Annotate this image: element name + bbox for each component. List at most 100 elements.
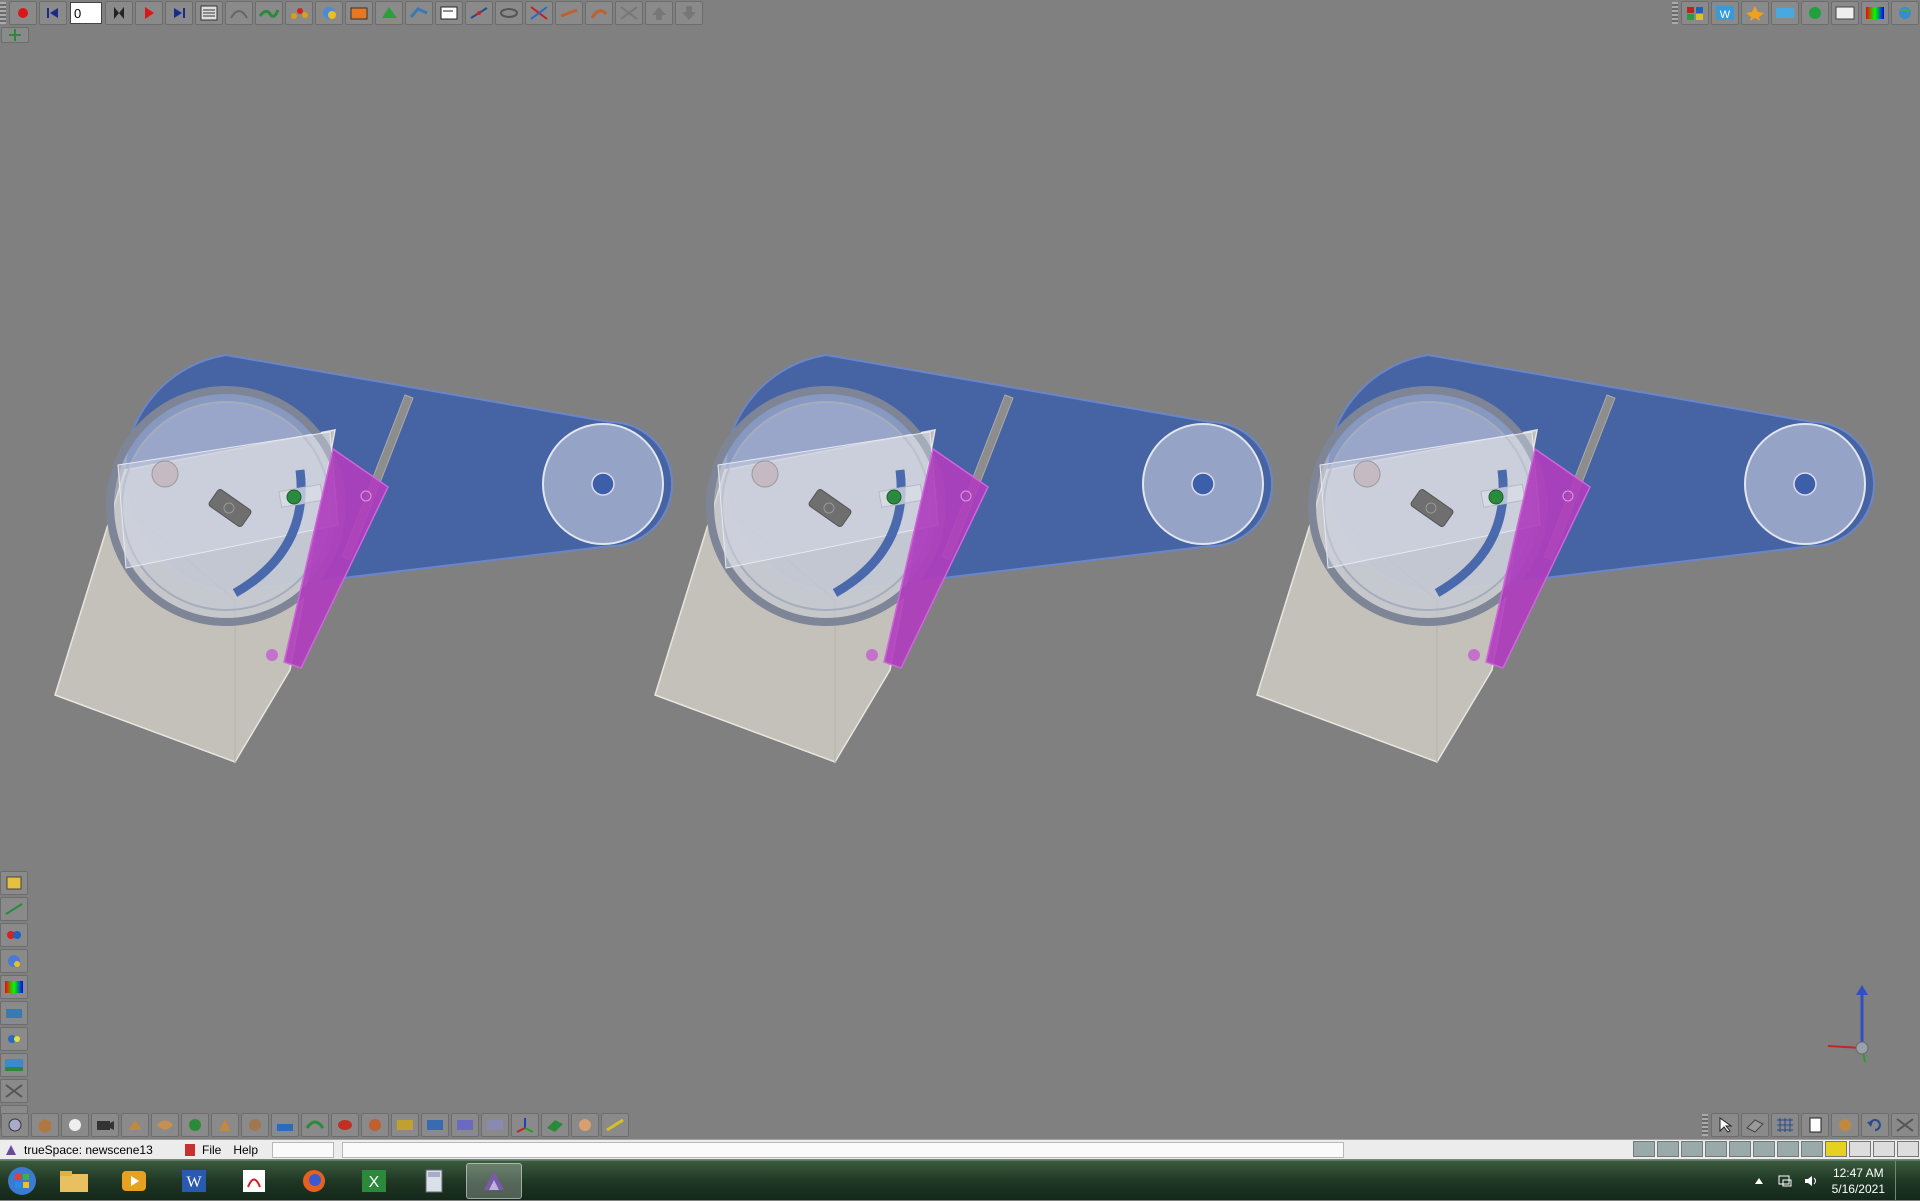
render-icon[interactable] [1831, 1113, 1859, 1137]
script-editor-icon[interactable] [195, 1, 223, 25]
lathe-icon[interactable] [331, 1113, 359, 1137]
calculator-button[interactable] [406, 1163, 462, 1199]
taper-icon[interactable] [585, 1, 613, 25]
paint-icon[interactable] [211, 1113, 239, 1137]
record-icon[interactable] [9, 1, 37, 25]
camera-icon[interactable] [0, 1001, 28, 1025]
3d-viewport[interactable] [0, 0, 1920, 1140]
mechanism-2[interactable] [655, 355, 1272, 762]
path-icon[interactable] [225, 1, 253, 25]
add-view-icon[interactable] [1, 27, 29, 43]
menu-file[interactable]: File [196, 1143, 227, 1157]
animate-icon[interactable] [345, 1, 373, 25]
cylinder-icon[interactable] [361, 1113, 389, 1137]
render-icon[interactable] [0, 871, 28, 895]
joint-icon[interactable] [465, 1, 493, 25]
deform-icon[interactable] [151, 1113, 179, 1137]
camera-icon[interactable] [91, 1113, 119, 1137]
grid-icon[interactable] [451, 1113, 479, 1137]
toolbar-grip[interactable] [1672, 2, 1678, 24]
frame-input[interactable] [70, 2, 102, 24]
texture-icon[interactable] [241, 1113, 269, 1137]
twist-icon[interactable] [615, 1, 643, 25]
media-player-button[interactable] [106, 1163, 162, 1199]
face-icon[interactable] [571, 1113, 599, 1137]
toolbar-grip[interactable] [0, 2, 6, 24]
close-icon[interactable] [1897, 1141, 1919, 1157]
network-icon[interactable] [1776, 1173, 1794, 1189]
spline-icon[interactable] [255, 1, 283, 25]
delete-icon[interactable] [1801, 1141, 1823, 1157]
palette-icon[interactable] [0, 923, 28, 947]
measure-icon[interactable] [0, 897, 28, 921]
bones-icon[interactable] [435, 1, 463, 25]
effects-icon[interactable] [1741, 1, 1769, 25]
mechanism-3[interactable] [1257, 355, 1874, 762]
nurbs-icon[interactable] [375, 1, 403, 25]
weld-icon[interactable] [391, 1113, 419, 1137]
sweep-icon[interactable] [301, 1113, 329, 1137]
sds-icon[interactable] [1831, 1, 1859, 25]
show-desktop-button[interactable] [1895, 1161, 1906, 1201]
radiation-icon[interactable] [1825, 1141, 1847, 1157]
light-icon[interactable] [121, 1113, 149, 1137]
material-icon[interactable] [181, 1113, 209, 1137]
view-icon[interactable] [1681, 1141, 1703, 1157]
ik-icon[interactable] [285, 1, 313, 25]
end-icon[interactable] [165, 1, 193, 25]
materials-icon[interactable] [1657, 1141, 1679, 1157]
file-explorer-button[interactable] [46, 1163, 102, 1199]
library-icon[interactable] [1633, 1141, 1655, 1157]
materials-icon[interactable]: W [1711, 1, 1739, 25]
scene-icon[interactable] [1753, 1141, 1775, 1157]
file-icon[interactable] [1801, 1113, 1829, 1137]
view-icon[interactable] [1741, 1113, 1769, 1137]
boolean-icon[interactable] [271, 1113, 299, 1137]
tools-icon[interactable] [0, 1079, 28, 1103]
close-view-icon[interactable] [1891, 1113, 1919, 1137]
color-icon[interactable] [1861, 1, 1889, 25]
select-icon[interactable] [1711, 1113, 1739, 1137]
down-icon[interactable] [675, 1, 703, 25]
lights-icon[interactable] [1771, 1, 1799, 25]
cube-icon[interactable] [31, 1113, 59, 1137]
show-hidden-icons-icon[interactable] [1750, 1173, 1768, 1189]
firefox-button[interactable] [286, 1163, 342, 1199]
up-icon[interactable] [645, 1, 673, 25]
rewind-icon[interactable] [39, 1, 67, 25]
globe-icon[interactable] [1891, 1, 1919, 25]
scene-icon[interactable] [0, 949, 28, 973]
measure-icon[interactable] [601, 1113, 629, 1137]
scale-icon[interactable] [525, 1, 553, 25]
menu-help[interactable]: Help [227, 1143, 264, 1157]
plugin-icon[interactable] [1801, 1, 1829, 25]
twist-icon[interactable] [555, 1, 583, 25]
sphere-icon[interactable] [315, 1, 343, 25]
volume-icon[interactable] [1802, 1173, 1820, 1189]
toolbar-grip[interactable] [1702, 1114, 1708, 1136]
axis-icon[interactable] [511, 1113, 539, 1137]
spline-icon[interactable] [421, 1113, 449, 1137]
gradient-icon[interactable] [0, 975, 28, 999]
keyframe-icon[interactable] [105, 1, 133, 25]
grid-icon[interactable] [1771, 1113, 1799, 1137]
word-button[interactable]: W [166, 1163, 222, 1199]
start-button[interactable] [0, 1161, 44, 1201]
plane-icon[interactable] [541, 1113, 569, 1137]
grid-icon[interactable] [1777, 1141, 1799, 1157]
object-tool-icon[interactable] [1, 1113, 29, 1137]
play-icon[interactable] [135, 1, 163, 25]
camera-icon[interactable] [1729, 1141, 1751, 1157]
library-icon[interactable] [1681, 1, 1709, 25]
excel-button[interactable]: X [346, 1163, 402, 1199]
minimize-icon[interactable] [1849, 1141, 1871, 1157]
deform-icon[interactable] [405, 1, 433, 25]
clock[interactable]: 12:47 AM 5/16/2021 [1832, 1165, 1885, 1197]
undo-icon[interactable] [1861, 1113, 1889, 1137]
render-icon[interactable] [1705, 1141, 1727, 1157]
array-icon[interactable] [481, 1113, 509, 1137]
truespace-button[interactable] [466, 1162, 522, 1199]
background-icon[interactable] [0, 1053, 28, 1077]
lights-icon[interactable] [0, 1027, 28, 1051]
rotate-icon[interactable] [495, 1, 523, 25]
